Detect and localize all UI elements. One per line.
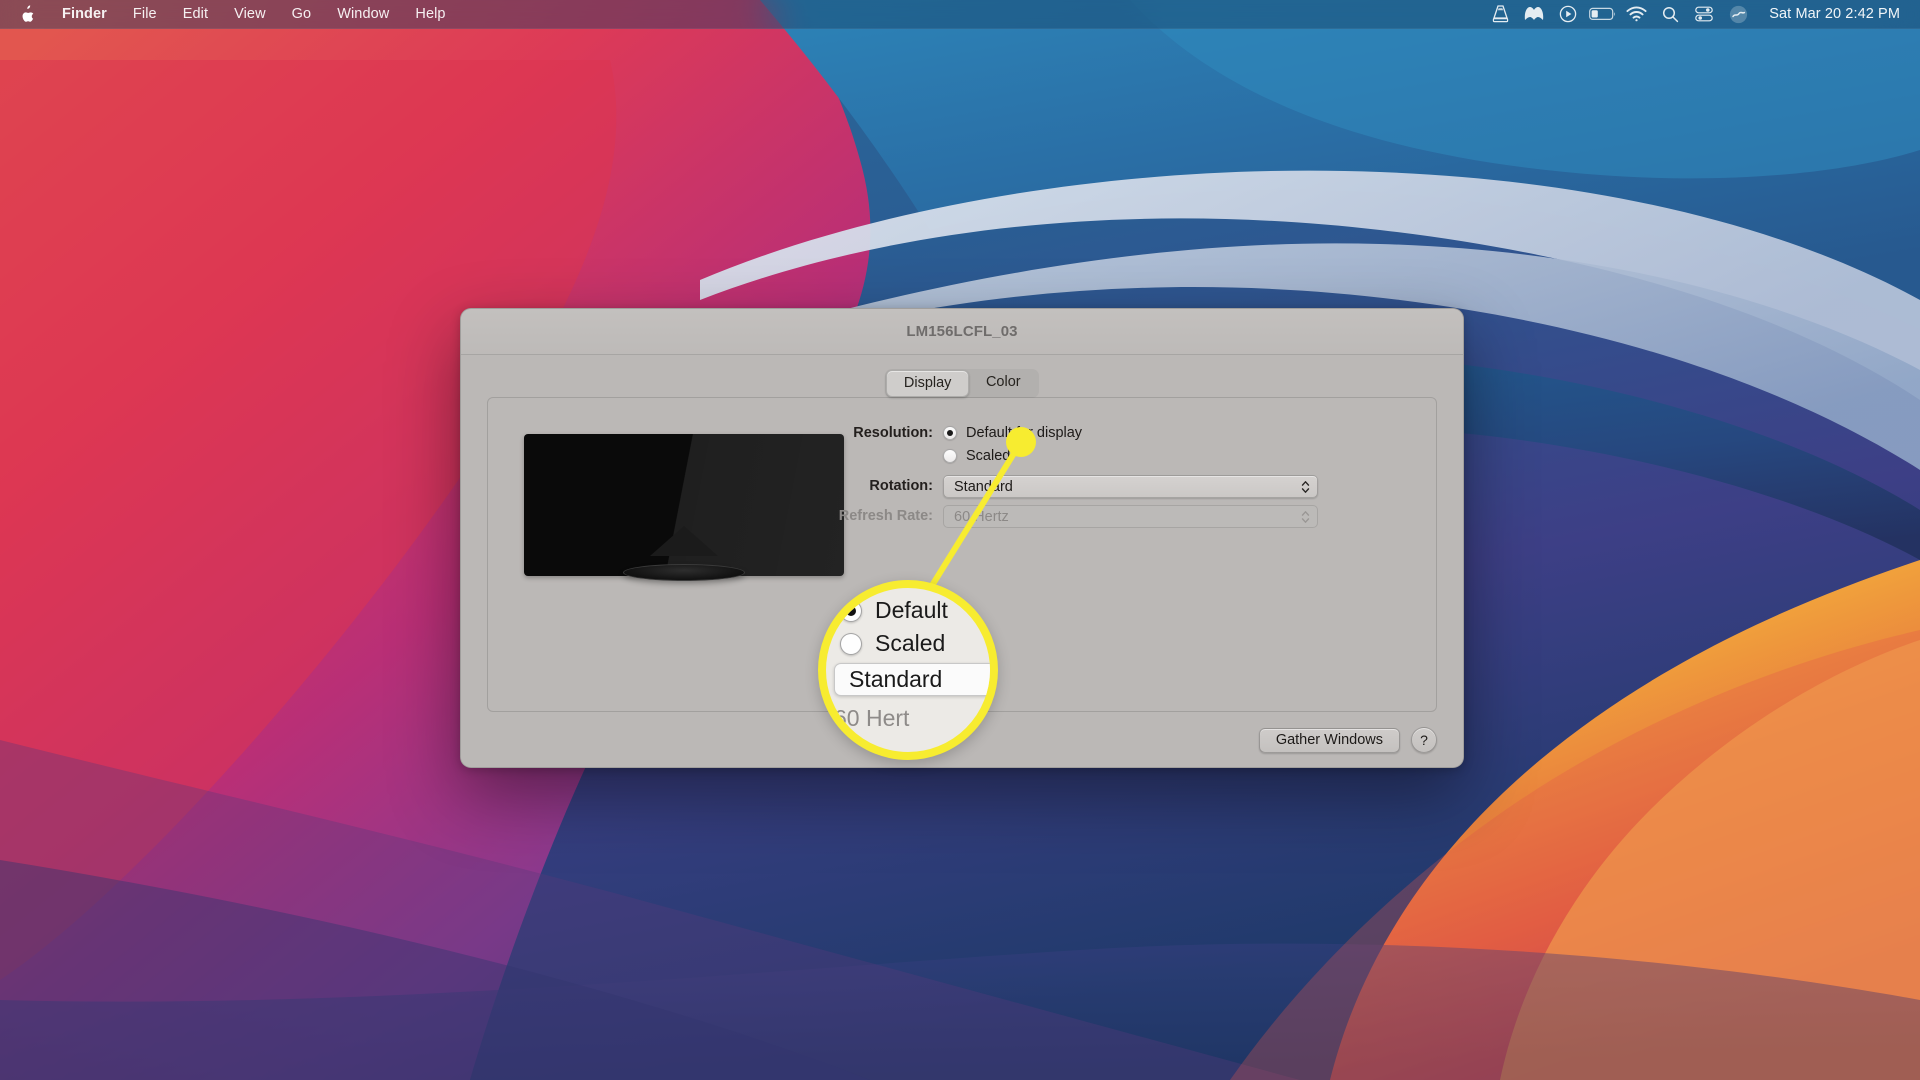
refresh-rate-select: 60 Hertz <box>943 505 1318 528</box>
malwarebytes-m-icon[interactable] <box>1517 0 1551 29</box>
menu-item-view[interactable]: View <box>221 0 279 29</box>
radio-scaled[interactable]: Scaled <box>943 445 1378 467</box>
rotation-select[interactable]: Standard <box>943 475 1318 498</box>
menu-bar-left: Finder File Edit View Go Window Help <box>0 0 459 29</box>
rotation-label: Rotation: <box>869 478 933 494</box>
menu-item-help[interactable]: Help <box>402 0 458 29</box>
tab-color[interactable]: Color <box>969 370 1038 397</box>
refresh-rate-control: 60 Hertz <box>943 505 1378 528</box>
chevron-up-down-icon-disabled <box>1301 509 1310 524</box>
radio-default-for-display-label: Default for display <box>966 425 1083 441</box>
battery-icon[interactable] <box>1585 0 1619 29</box>
monitor-stand-neck <box>650 526 718 556</box>
menu-item-go[interactable]: Go <box>279 0 325 29</box>
menu-item-edit[interactable]: Edit <box>170 0 221 29</box>
menu-item-window[interactable]: Window <box>324 0 402 29</box>
window-body: Display Color Resolution: Default for di… <box>461 355 1463 767</box>
rotation-control: Standard <box>943 475 1378 498</box>
window-titlebar[interactable]: LM156LCFL_03 <box>461 309 1463 355</box>
control-center-icon[interactable] <box>1687 0 1721 29</box>
resolution-row: Resolution: Default for display Scaled <box>818 422 1378 468</box>
rotation-row: Rotation: Standard <box>818 475 1378 498</box>
chevron-up-down-icon <box>1301 479 1310 494</box>
tab-group: Display Color <box>885 369 1039 398</box>
radio-scaled-label: Scaled <box>966 448 1011 464</box>
display-settings-form: Resolution: Default for display Scaled R… <box>818 422 1378 535</box>
display-settings-panel: Resolution: Default for display Scaled R… <box>487 397 1437 712</box>
window-title: LM156LCFL_03 <box>906 323 1018 340</box>
rotation-select-value: Standard <box>954 478 1013 495</box>
vlc-cone-icon[interactable] <box>1483 0 1517 29</box>
siri-icon[interactable] <box>1721 0 1755 29</box>
play-circle-icon[interactable] <box>1551 0 1585 29</box>
menu-item-file[interactable]: File <box>120 0 170 29</box>
search-spotlight-icon[interactable] <box>1653 0 1687 29</box>
resolution-options: Default for display Scaled <box>943 422 1378 468</box>
displays-preferences-window: LM156LCFL_03 Display Color Resolution: D… <box>460 308 1464 768</box>
menu-bar: Finder File Edit View Go Window Help Sat… <box>0 0 1920 29</box>
refresh-rate-label: Refresh Rate: <box>838 508 933 524</box>
wifi-icon[interactable] <box>1619 0 1653 29</box>
radio-default-for-display[interactable]: Default for display <box>943 422 1378 444</box>
monitor-stand <box>623 526 745 582</box>
display-preview-image <box>524 434 844 589</box>
tab-display[interactable]: Display <box>886 370 969 397</box>
help-button[interactable]: ? <box>1411 727 1437 753</box>
refresh-rate-select-value: 60 Hertz <box>954 508 1009 525</box>
desktop: Finder File Edit View Go Window Help Sat… <box>0 0 1920 1080</box>
radio-button-scaled-indicator[interactable] <box>943 449 957 463</box>
menu-item-finder[interactable]: Finder <box>49 0 120 29</box>
gather-windows-button[interactable]: Gather Windows <box>1258 727 1400 753</box>
radio-button-default-indicator[interactable] <box>943 426 957 440</box>
tab-bar: Display Color <box>487 369 1437 398</box>
refresh-rate-row: Refresh Rate: 60 Hertz <box>818 505 1378 528</box>
monitor-stand-base <box>623 564 745 581</box>
resolution-label: Resolution: <box>853 425 933 441</box>
apple-logo-icon[interactable] <box>16 0 49 29</box>
window-footer: Gather Windows ? <box>1258 727 1437 753</box>
menu-bar-clock[interactable]: Sat Mar 20 2:42 PM <box>1755 6 1904 22</box>
menu-bar-status-area: Sat Mar 20 2:42 PM <box>1483 0 1920 29</box>
